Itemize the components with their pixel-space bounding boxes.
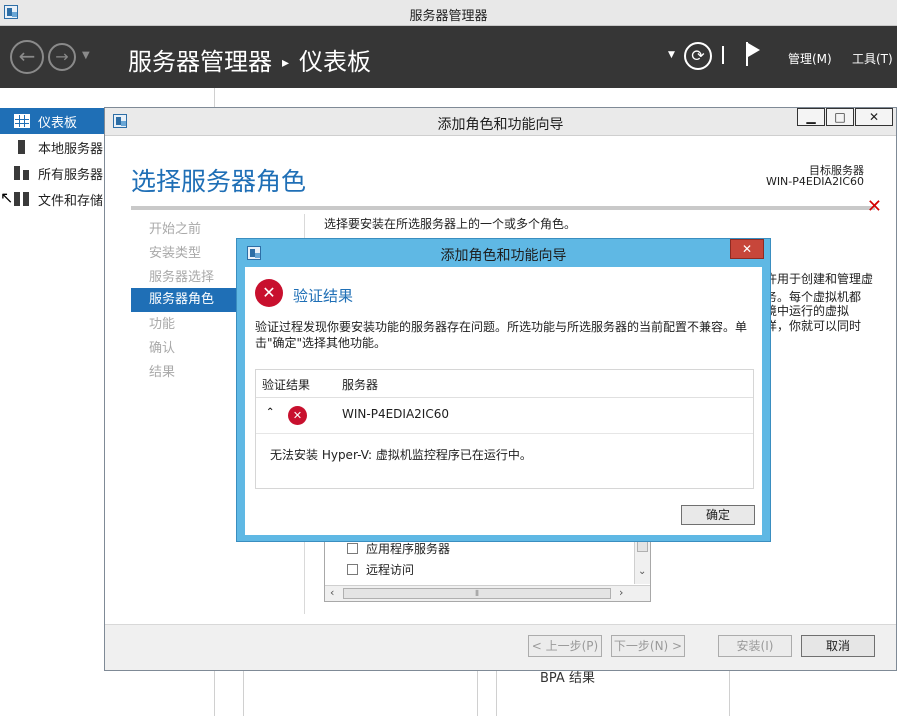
chevron-left-icon[interactable]: ‹ [330, 586, 334, 599]
maximize-icon: □ [834, 110, 846, 124]
role-item-application-server[interactable]: 应用程序服务器 [347, 540, 450, 557]
row-error-icon: ✕ [288, 406, 307, 425]
arrow-left-icon: ← [18, 44, 36, 68]
sidebar-item-label: 仪表板 [38, 116, 78, 131]
forward-button[interactable]: → [48, 43, 76, 71]
mouse-cursor-icon: ↖ [0, 188, 14, 207]
bg-divider [214, 671, 215, 716]
sidebar: 仪表板 本地服务器 所有服务器 文件和存储 ↖ [0, 88, 104, 716]
menu-tools[interactable]: 工具(T) [852, 50, 893, 67]
col-header-server: 服务器 [342, 378, 379, 392]
close-icon: ✕ [741, 242, 753, 256]
collapse-chevron-icon[interactable]: ⌃ [266, 407, 274, 418]
ok-button[interactable]: 确定 [681, 505, 755, 525]
cancel-button[interactable]: 取消 [801, 635, 875, 657]
sidebar-item-file-storage[interactable]: 文件和存储 [0, 186, 104, 212]
history-dropdown-icon[interactable]: ▼ [82, 50, 90, 61]
error-x-icon: ✕ [866, 196, 882, 217]
role-label: 远程访问 [366, 563, 415, 577]
sidebar-item-local-server[interactable]: 本地服务器 [0, 134, 104, 160]
dialog-heading: 验证结果 [293, 287, 354, 305]
app-header: ← → ▼ 服务器管理器 ▸ 仪表板 ▼ ⟳ 管理(M) 工具(T) [0, 26, 897, 88]
close-button[interactable]: ✕ [855, 108, 893, 126]
close-icon: ✕ [868, 110, 880, 124]
breadcrumb-app[interactable]: 服务器管理器 [128, 48, 272, 76]
bg-divider [729, 671, 730, 716]
header-divider [722, 46, 724, 64]
wizard-progress-bar [131, 206, 875, 210]
wizard-footer: < 上一步(P) 下一步(N) > 安装(I) 取消 [105, 624, 896, 670]
refresh-button[interactable]: ⟳ [684, 42, 712, 70]
results-header-row: 验证结果 服务器 [256, 370, 753, 398]
wizard-title: 添加角色和功能向导 [437, 117, 564, 133]
dashboard-grid-icon [14, 114, 30, 128]
wizard-heading: 选择服务器角色 [131, 167, 307, 196]
refresh-icon: ⟳ [691, 46, 705, 65]
breadcrumb-page: 仪表板 [299, 48, 372, 76]
role-label: 应用程序服务器 [366, 542, 451, 556]
menu-manage[interactable]: 管理(M) [788, 50, 832, 67]
table-row[interactable]: ⌃ ✕ WIN-P4EDIA2IC60 [256, 398, 753, 434]
dialog-title: 添加角色和功能向导 [440, 248, 567, 264]
arrow-right-icon: → [55, 47, 69, 66]
sidebar-item-label: 文件和存储 [38, 194, 104, 209]
wizard-titlebar: 添加角色和功能向导 ▁ □ ✕ [105, 108, 896, 136]
back-button[interactable]: ← [10, 40, 44, 74]
role-item-remote-access[interactable]: 远程访问 [347, 561, 414, 578]
bg-divider [477, 671, 478, 716]
scroll-thumb[interactable]: ⦀ [343, 588, 611, 599]
sidebar-item-dashboard[interactable]: 仪表板 [0, 108, 104, 134]
col-header-result: 验证结果 [262, 378, 311, 392]
chevron-down-icon[interactable]: ⌄ [638, 566, 646, 577]
roles-vertical-scrollbar[interactable]: ⌄ [634, 538, 650, 584]
storage-icon [14, 192, 30, 206]
minimize-icon: ▁ [806, 110, 816, 124]
role-checkbox[interactable] [347, 564, 358, 575]
role-description-line: 。 [765, 334, 778, 348]
bg-divider [214, 88, 215, 108]
row-error-detail: 无法安装 Hyper-V: 虚拟机监控程序已在运行中。 [270, 448, 532, 462]
notification-dropdown-icon[interactable]: ▼ [668, 50, 675, 60]
roles-horizontal-scrollbar[interactable]: ‹ ⦀ › [325, 585, 650, 601]
breadcrumb: 服务器管理器 ▸ 仪表板 [128, 42, 371, 77]
window-title: 服务器管理器 [409, 9, 488, 24]
maximize-button[interactable]: □ [826, 108, 854, 126]
dialog-body: ✕ 验证结果 验证过程发现你要安装功能的服务器存在问题。所选功能与所选服务器的当… [245, 267, 762, 535]
sidebar-item-label: 所有服务器 [38, 168, 104, 183]
sidebar-item-label: 本地服务器 [38, 142, 104, 157]
install-button[interactable]: 安装(I) [718, 635, 792, 657]
roles-list: 应用程序服务器 远程访问 ⌄ ‹ ⦀ › [324, 538, 651, 602]
dialog-close-button[interactable]: ✕ [730, 239, 764, 259]
servers-icon [14, 166, 30, 180]
bg-divider [496, 671, 497, 716]
previous-button[interactable]: < 上一步(P) [528, 635, 602, 657]
roles-intro-text: 选择要安装在所选服务器上的一个或多个角色。 [324, 217, 577, 231]
notifications-flag-icon[interactable] [744, 42, 764, 68]
validation-results-table: 验证结果 服务器 ⌃ ✕ WIN-P4EDIA2IC60 无法安装 Hyper-… [255, 369, 754, 489]
chevron-right-icon[interactable]: › [619, 586, 623, 599]
breadcrumb-separator-icon: ▸ [282, 55, 290, 71]
server-icon [18, 140, 25, 154]
sidebar-item-all-servers[interactable]: 所有服务器 [0, 160, 104, 186]
next-button[interactable]: 下一步(N) > [611, 635, 685, 657]
validation-dialog: 添加角色和功能向导 ✕ ✕ 验证结果 验证过程发现你要安装功能的服务器存在问题。… [236, 238, 771, 542]
dialog-titlebar: 添加角色和功能向导 ✕ [237, 239, 770, 267]
minimize-button[interactable]: ▁ [797, 108, 825, 126]
row-server-name: WIN-P4EDIA2IC60 [342, 407, 449, 421]
role-checkbox[interactable] [347, 543, 358, 554]
target-server-name: WIN-P4EDIA2IC60 [765, 175, 864, 188]
bg-divider [243, 671, 244, 716]
window-titlebar: 服务器管理器 [0, 0, 897, 26]
dialog-message: 验证过程发现你要安装功能的服务器存在问题。所选功能与所选服务器的当前配置不兼容。… [255, 320, 748, 350]
role-description-line: 许用于创建和管理虚 [765, 272, 874, 286]
error-icon: ✕ [255, 279, 283, 307]
